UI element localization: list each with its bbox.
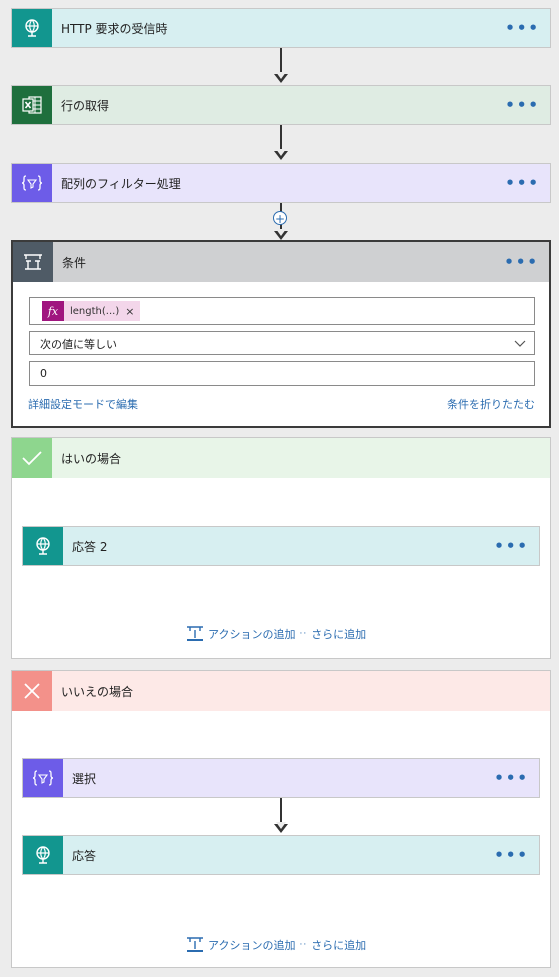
arrow-head — [274, 72, 288, 83]
step-get-rows[interactable]: 行の取得 ••• — [11, 85, 551, 125]
connector-arrow — [280, 125, 282, 151]
step-filter-array[interactable]: 配列のフィルター処理 ••• — [11, 163, 551, 203]
step-title: HTTP 要求の受信時 — [61, 21, 168, 36]
condition-left-operand[interactable]: fx length(...) × — [29, 297, 535, 325]
more-options-button[interactable]: ••• — [505, 86, 540, 124]
operator-select[interactable]: 次の値に等しい — [29, 331, 535, 355]
step-title: 行の取得 — [61, 98, 110, 113]
check-icon — [12, 438, 52, 478]
yes-branch: はいの場合 応答 2 ••• アクションの追加 ·· さらに追加 — [11, 437, 551, 659]
add-action-link[interactable]: アクションの追加 — [208, 937, 295, 953]
globe-icon — [12, 9, 52, 47]
arrow-head — [274, 149, 288, 160]
add-action-icon — [187, 626, 203, 641]
chevron-down-icon — [514, 340, 526, 347]
action-select[interactable]: 選択 ••• — [22, 758, 540, 798]
expression-token[interactable]: fx length(...) × — [42, 301, 141, 321]
fx-icon: fx — [42, 301, 64, 321]
more-options-button[interactable]: ••• — [505, 164, 540, 202]
yes-branch-header[interactable]: はいの場合 — [12, 438, 550, 478]
add-action-link[interactable]: アクションの追加 — [208, 626, 295, 642]
step-http-trigger[interactable]: HTTP 要求の受信時 ••• — [11, 8, 551, 48]
connector-arrow — [280, 48, 282, 74]
operand-value: 0 — [40, 367, 47, 380]
more-options-button[interactable]: ••• — [494, 836, 529, 874]
condition-title: 条件 — [62, 255, 87, 270]
action-response[interactable]: 応答 ••• — [22, 835, 540, 875]
separator-dots: ·· — [299, 629, 308, 639]
operator-value: 次の値に等しい — [40, 338, 117, 351]
more-options-button[interactable]: ••• — [505, 9, 540, 47]
add-action-icon — [187, 937, 203, 952]
more-options-button[interactable]: ••• — [494, 527, 529, 565]
connector-arrow — [280, 798, 282, 824]
add-more-link[interactable]: さらに追加 — [311, 937, 366, 953]
excel-icon — [12, 86, 52, 124]
separator-dots: ·· — [299, 940, 308, 950]
action-title: 選択 — [72, 771, 97, 786]
filter-icon — [23, 759, 63, 797]
arrow-head — [274, 822, 288, 833]
step-title: 配列のフィルター処理 — [61, 176, 181, 191]
no-branch: いいえの場合 選択 ••• 応答 ••• アクションの追加 ·· さらに追加 — [11, 670, 551, 968]
arrow-head — [274, 229, 288, 240]
condition-header[interactable]: 条件 ••• — [13, 242, 549, 282]
add-more-link[interactable]: さらに追加 — [311, 626, 366, 642]
no-add-row: アクションの追加 ·· さらに追加 — [186, 937, 366, 953]
condition-right-operand[interactable]: 0 — [29, 361, 535, 386]
condition-icon — [13, 242, 53, 282]
action-title: 応答 2 — [72, 539, 108, 554]
collapse-condition-link[interactable]: 条件を折りたたむ — [447, 396, 535, 412]
no-branch-title: いいえの場合 — [61, 684, 134, 699]
more-options-button[interactable]: ••• — [504, 242, 539, 282]
action-title: 応答 — [72, 848, 97, 863]
yes-branch-title: はいの場合 — [61, 451, 122, 466]
token-remove-icon[interactable]: × — [125, 305, 140, 318]
advanced-mode-link[interactable]: 詳細設定モードで編集 — [28, 396, 138, 412]
close-icon — [12, 671, 52, 711]
globe-icon — [23, 836, 63, 874]
insert-step-button[interactable]: + — [273, 211, 287, 226]
more-options-button[interactable]: ••• — [494, 759, 529, 797]
action-response-2[interactable]: 応答 2 ••• — [22, 526, 540, 566]
condition-block: 条件 ••• fx length(...) × 次の値に等しい 0 詳細設定モー… — [11, 240, 551, 428]
no-branch-header[interactable]: いいえの場合 — [12, 671, 550, 711]
filter-icon — [12, 164, 52, 202]
yes-add-row: アクションの追加 ·· さらに追加 — [186, 626, 366, 642]
globe-icon — [23, 527, 63, 565]
token-label: length(...) — [70, 305, 120, 317]
